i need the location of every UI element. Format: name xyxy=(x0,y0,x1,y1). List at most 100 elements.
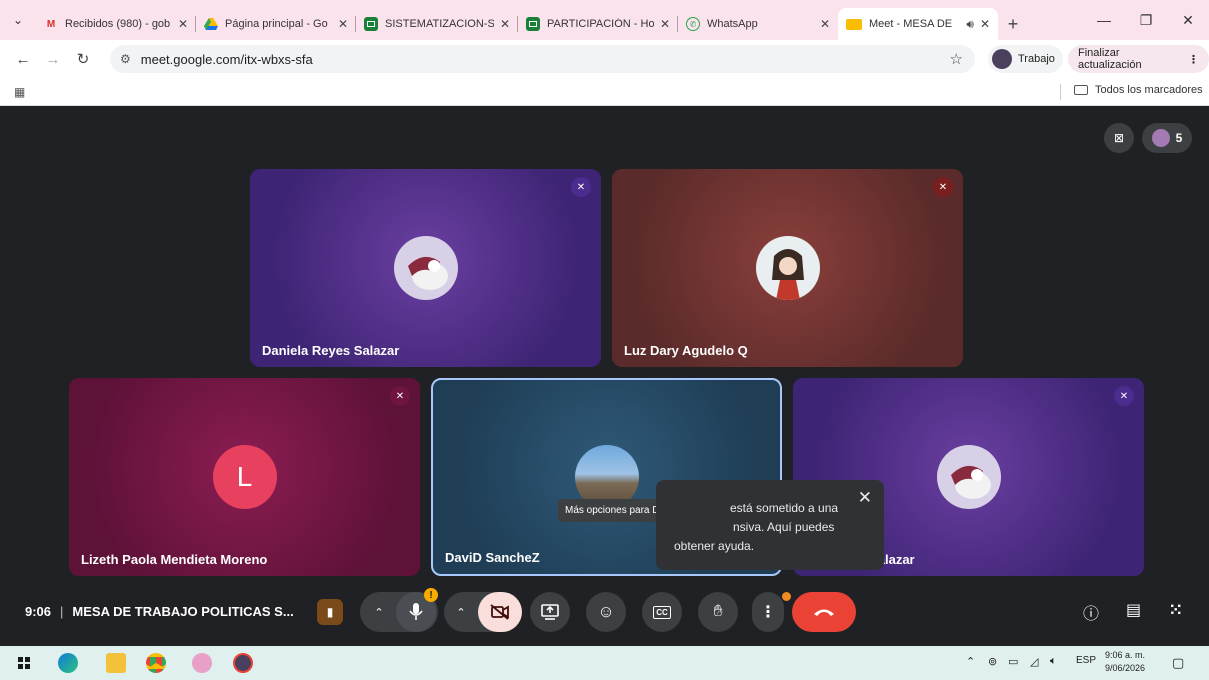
meet-icon xyxy=(846,18,862,30)
end-call-button[interactable] xyxy=(792,592,856,632)
present-screen-button[interactable] xyxy=(530,592,570,632)
meet-control-bar: 9:06 | MESA DE TRABAJO POLITICAS S... ▮ ⌃ … xyxy=(0,586,1209,642)
audio-options-chevron-icon[interactable]: ⌃ xyxy=(362,606,396,619)
edge-icon[interactable] xyxy=(58,653,78,673)
participant-count: 5 xyxy=(1175,131,1183,145)
browser-tab-bar: ⌄ M Recibidos (980) - gob ✕ Página princ… xyxy=(0,0,1209,40)
close-icon[interactable]: ✕ xyxy=(858,488,872,507)
tab-label: SISTEMATIZACION-S xyxy=(385,18,494,30)
site-info-icon[interactable]: ⚙ xyxy=(120,52,131,66)
close-icon[interactable]: ✕ xyxy=(178,17,188,31)
meeting-details-icon[interactable]: ⓘ xyxy=(1083,600,1099,624)
meet-top-right: ⊠ 5 xyxy=(1104,123,1192,153)
reload-icon[interactable]: ↻ xyxy=(68,44,98,74)
address-bar-row: ← → ↻ ⚙ meet.google.com/itx-wbxs-sfa ☆ T… xyxy=(0,40,1209,78)
back-icon[interactable]: ← xyxy=(8,44,38,74)
close-icon[interactable]: ✕ xyxy=(338,17,348,31)
tab-meet[interactable]: Meet - MESA DE 🔊︎ ✕ xyxy=(838,8,998,40)
participant-name: Luz Dary Agudelo Q xyxy=(624,343,748,358)
microphone-icon xyxy=(409,603,423,620)
no-camera-layout-icon[interactable]: ⊠ xyxy=(1104,123,1134,153)
camera-group: ⌃ xyxy=(444,592,522,632)
update-label: Finalizar actualización xyxy=(1078,47,1142,71)
whatsapp-icon: ✆ xyxy=(686,17,700,31)
camera-off-button[interactable] xyxy=(478,592,522,632)
captions-icon: CC xyxy=(653,605,671,619)
forward-icon[interactable]: → xyxy=(38,44,68,74)
new-tab-button[interactable]: + xyxy=(998,8,1028,40)
participant-name: DaviD SancheZ xyxy=(445,550,540,565)
close-icon[interactable]: ✕ xyxy=(660,17,670,31)
meeting-title: MESA DE TRABAJO POLITICAS S... xyxy=(72,604,294,619)
mic-off-icon: ✕ xyxy=(933,177,953,197)
close-icon[interactable]: ✕ xyxy=(820,17,830,31)
reactions-button[interactable]: ☺ xyxy=(586,592,626,632)
bookmarks-bar: ▦ Todos los marcadores xyxy=(0,78,1209,106)
minimize-icon[interactable]: — xyxy=(1083,0,1125,40)
present-screen-icon xyxy=(541,604,559,620)
snipping-tool-icon[interactable] xyxy=(192,653,212,673)
participants-button[interactable]: 5 xyxy=(1142,123,1192,153)
help-snackbar: está sometido a una nsiva. Aquí puedes o… xyxy=(656,480,884,570)
snackbar-line-2: nsiva. Aquí puedes xyxy=(733,520,835,534)
tab-sistematizacion[interactable]: SISTEMATIZACION-S ✕ xyxy=(356,8,518,40)
end-call-icon xyxy=(814,609,834,616)
close-icon[interactable]: ✕ xyxy=(980,17,990,31)
notifications-icon[interactable]: ▢ xyxy=(1172,655,1184,671)
letter-avatar: L xyxy=(212,445,277,509)
tab-participacion[interactable]: PARTICIPACIÓN - Ho ✕ xyxy=(518,8,678,40)
all-bookmarks-label: Todos los marcadores xyxy=(1095,84,1203,96)
tab-drive[interactable]: Página principal - Go ✕ xyxy=(196,8,356,40)
camera-off-icon xyxy=(490,604,509,620)
all-bookmarks-button[interactable]: Todos los marcadores xyxy=(1074,84,1203,96)
tab-label: Página principal - Go xyxy=(225,18,328,30)
clock-date: 9/06/2026 xyxy=(1105,663,1146,673)
sheets-icon xyxy=(364,17,378,31)
gmail-icon: M xyxy=(46,18,56,30)
anime-avatar xyxy=(755,236,820,300)
windows-taskbar: ⌃ ⊚ ▭ ◿ 🔈︎ ESP 9:06 a. m. 9/06/2026 ▢ xyxy=(0,646,1209,680)
more-vert-icon: ⋮ xyxy=(760,604,776,621)
update-button[interactable]: Finalizar actualización ⋮ xyxy=(1068,45,1209,73)
show-hidden-icons[interactable]: ⌃ xyxy=(966,655,975,668)
chat-icon[interactable]: ▤ xyxy=(1126,600,1141,620)
profile-avatar xyxy=(992,49,1012,69)
url-bar[interactable]: ⚙ meet.google.com/itx-wbxs-sfa ☆ xyxy=(110,45,975,73)
video-options-chevron-icon[interactable]: ⌃ xyxy=(444,606,478,619)
meet-stage: ⊠ 5 ✕ Daniela Reyes Salazar ✕ Luz Dary A… xyxy=(5,110,1204,646)
language-indicator[interactable]: ESP xyxy=(1076,655,1096,666)
volume-muted-icon[interactable]: 🔈︎ xyxy=(1050,655,1057,668)
meeting-room-icon[interactable]: ▮ xyxy=(317,599,343,625)
close-window-icon[interactable]: ✕ xyxy=(1167,0,1209,40)
participant-tile[interactable]: ✕ Daniela Reyes Salazar xyxy=(250,169,601,367)
folder-icon xyxy=(1074,85,1088,95)
system-clock[interactable]: 9:06 a. m. 9/06/2026 xyxy=(1105,649,1145,675)
speaker-icon[interactable]: 🔊︎ xyxy=(966,17,974,32)
chrome-icon[interactable] xyxy=(146,653,166,673)
meeting-info: 9:06 | MESA DE TRABAJO POLITICAS S... xyxy=(25,604,294,619)
battery-icon[interactable]: ▭ xyxy=(1008,655,1018,668)
restore-icon[interactable]: ❐ xyxy=(1125,0,1167,40)
profile-button[interactable]: Trabajo xyxy=(988,45,1063,73)
tab-gmail[interactable]: M Recibidos (980) - gob ✕ xyxy=(36,8,196,40)
network-tray-icon[interactable]: ⊚ xyxy=(988,655,997,668)
captions-button[interactable]: CC xyxy=(642,592,682,632)
participant-tile[interactable]: L ✕ Lizeth Paola Mendieta Moreno xyxy=(69,378,420,576)
clock-time: 9:06 a. m. xyxy=(1105,650,1146,660)
raise-hand-button[interactable]: ✋︎ xyxy=(698,592,738,632)
close-icon[interactable]: ✕ xyxy=(500,17,510,31)
participants-avatars-icon xyxy=(1151,129,1170,147)
chrome-profile-icon[interactable] xyxy=(233,653,253,673)
wifi-icon[interactable]: ◿ xyxy=(1030,655,1038,668)
mic-off-icon: ✕ xyxy=(571,177,591,197)
more-options-button[interactable]: ⋮ xyxy=(752,592,784,632)
notification-dot xyxy=(782,592,791,601)
activities-grid-icon[interactable]: ⁙ xyxy=(1169,600,1182,620)
apps-grid-icon[interactable]: ▦ xyxy=(14,85,25,99)
tab-whatsapp[interactable]: ✆ WhatsApp ✕ xyxy=(678,8,838,40)
windows-start-icon[interactable] xyxy=(18,657,30,669)
participant-tile[interactable]: ✕ Luz Dary Agudelo Q xyxy=(612,169,963,367)
tab-search-icon[interactable]: ⌄ xyxy=(0,0,36,40)
bookmark-star-icon[interactable]: ☆ xyxy=(950,50,963,68)
file-explorer-icon[interactable] xyxy=(106,653,126,673)
